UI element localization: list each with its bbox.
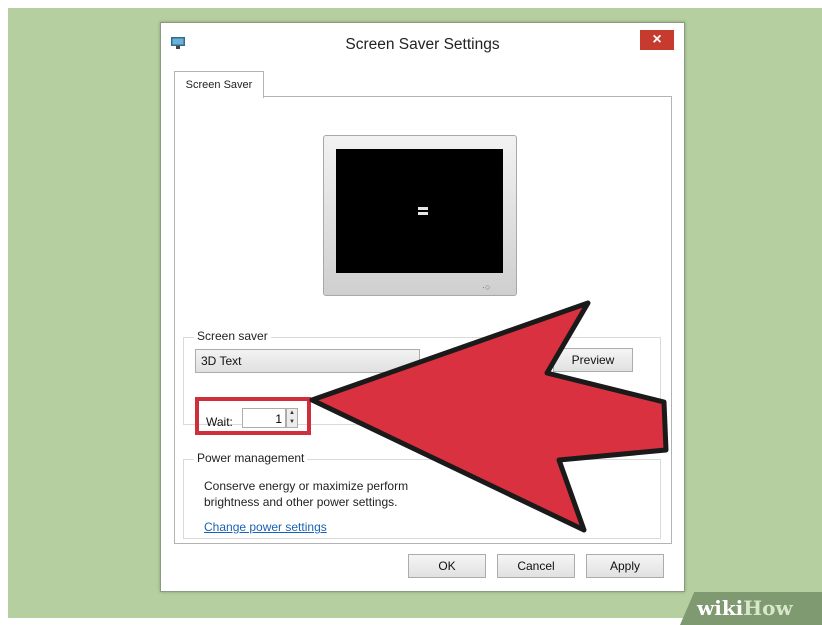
red-arrow-annotation — [309, 300, 669, 533]
tab-screen-saver[interactable]: Screen Saver — [174, 71, 264, 98]
wikihow-logo: wikiHow — [697, 596, 793, 620]
